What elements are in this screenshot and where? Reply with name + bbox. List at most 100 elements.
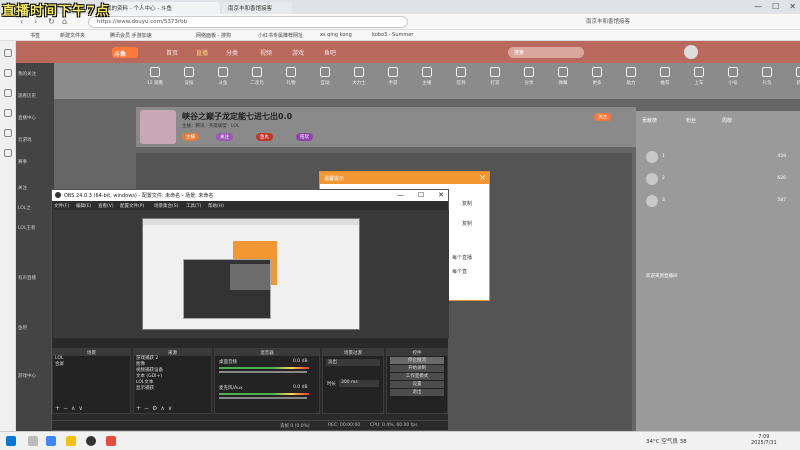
nav-yuba[interactable]: 鱼吧 bbox=[324, 48, 336, 57]
bookmark-item[interactable]: xs qing kong bbox=[320, 32, 352, 38]
menu-item[interactable]: 赛事 bbox=[18, 159, 27, 165]
category-item[interactable]: 签到 bbox=[446, 67, 476, 86]
category-item[interactable]: 小号 bbox=[718, 67, 748, 86]
douyu-search-input[interactable]: 搜索 bbox=[508, 47, 584, 58]
game-icon[interactable] bbox=[4, 149, 12, 157]
download-icon[interactable] bbox=[4, 89, 12, 97]
menu-edit[interactable]: 编辑(E) bbox=[76, 203, 91, 209]
volume-slider[interactable] bbox=[219, 397, 307, 399]
menu-help[interactable]: 帮助(H) bbox=[208, 203, 224, 209]
bookmark-item[interactable]: 小红书专属推荐网址 bbox=[258, 32, 303, 39]
folder-icon[interactable] bbox=[66, 436, 76, 446]
nav-video[interactable]: 视频 bbox=[260, 48, 272, 57]
category-item[interactable]: 新星 bbox=[786, 67, 800, 86]
chat-tab[interactable]: 粉丝 bbox=[686, 117, 696, 124]
avatar[interactable] bbox=[684, 45, 698, 59]
maximize-icon[interactable]: ☐ bbox=[772, 2, 779, 11]
category-item[interactable]: 主播 bbox=[412, 67, 442, 86]
settings-button[interactable]: 设置 bbox=[390, 381, 444, 388]
category-item[interactable]: 二次元 bbox=[242, 67, 272, 86]
menu-file[interactable]: 文件(F) bbox=[54, 203, 69, 209]
category-item[interactable]: 弹幕 bbox=[548, 67, 578, 86]
windows-start-icon[interactable] bbox=[6, 436, 16, 446]
menu-item[interactable]: 观看历史 bbox=[18, 93, 36, 99]
url-input[interactable]: https://www.douyu.com/5373rbb bbox=[88, 16, 408, 28]
browser-tab[interactable]: 南京丰和香馆接客 bbox=[222, 2, 292, 14]
system-clock[interactable]: 7:09 2025/7/31 bbox=[751, 434, 777, 446]
bookmark-item[interactable]: 网络面板 - 搜狗 bbox=[196, 32, 231, 39]
browser-tab-active[interactable]: 我的资料 - 个人中心 - 斗鱼 bbox=[100, 2, 220, 14]
maximize-icon[interactable]: ☐ bbox=[418, 191, 424, 199]
category-item[interactable]: 上车 bbox=[684, 67, 714, 86]
transition-select[interactable]: 淡出 bbox=[326, 359, 380, 366]
start-recording-button[interactable]: 开始录制 bbox=[390, 365, 444, 372]
menu-item[interactable]: 关注 bbox=[18, 185, 27, 191]
search-suggestion[interactable]: 南京丰和香馆接客 bbox=[586, 17, 630, 25]
close-icon[interactable]: ✕ bbox=[438, 191, 444, 199]
category-item[interactable]: 斗鱼 bbox=[208, 67, 238, 86]
minimize-icon[interactable]: — bbox=[754, 2, 762, 11]
category-item[interactable]: 分享 bbox=[514, 67, 544, 86]
menu-item[interactable]: 鱼吧 bbox=[18, 325, 27, 331]
duration-input[interactable]: 300 ms bbox=[339, 380, 379, 387]
category-item[interactable]: 手游 bbox=[378, 67, 408, 86]
rank-row[interactable]: 2 626 bbox=[640, 173, 790, 185]
room-tag[interactable]: 主播 bbox=[182, 133, 199, 141]
category-item[interactable]: 大力士 bbox=[344, 67, 374, 86]
minimize-icon[interactable]: — bbox=[397, 191, 404, 199]
exit-button[interactable]: 退出 bbox=[390, 389, 444, 396]
menu-view[interactable]: 查看(V) bbox=[98, 203, 114, 209]
nav-category[interactable]: 分类 bbox=[226, 48, 238, 57]
rank-row[interactable]: 1 459 bbox=[640, 151, 790, 163]
stop-stream-button[interactable]: 停止推流 bbox=[390, 357, 444, 364]
menu-item[interactable]: LOL之 bbox=[18, 205, 31, 211]
history-icon[interactable] bbox=[4, 69, 12, 77]
streamer-avatar[interactable] bbox=[140, 110, 176, 144]
menu-item[interactable]: 直播中心 bbox=[18, 115, 36, 121]
menu-item[interactable]: 云游戏 bbox=[18, 137, 32, 143]
room-tag[interactable]: 关注 bbox=[216, 133, 233, 141]
category-item[interactable]: 互动 bbox=[310, 67, 340, 86]
chat-tab[interactable]: 贡献榜 bbox=[642, 117, 657, 124]
modal-row[interactable]: 复制 bbox=[462, 200, 472, 207]
obs-preview[interactable] bbox=[53, 210, 449, 338]
studio-mode-button[interactable]: 工作室模式 bbox=[390, 373, 444, 380]
weather-widget[interactable]: 34°C 空气良 38 bbox=[646, 437, 687, 445]
room-tag[interactable]: 陪玩 bbox=[296, 133, 313, 141]
category-item[interactable]: 推荐 bbox=[650, 67, 680, 86]
close-icon[interactable]: ✕ bbox=[789, 2, 796, 11]
mail-icon[interactable] bbox=[4, 129, 12, 137]
note-icon[interactable] bbox=[4, 109, 12, 117]
bookmark-item[interactable]: 腾讯会员 手游加速 bbox=[110, 32, 152, 39]
category-item[interactable]: 12 观看 bbox=[140, 67, 170, 86]
douyu-logo[interactable]: 斗鱼 bbox=[112, 47, 138, 58]
app-icon[interactable] bbox=[106, 436, 116, 446]
nav-home[interactable]: 首页 bbox=[166, 48, 178, 57]
bookmark-item[interactable]: 书签 bbox=[30, 32, 40, 39]
browser-icon[interactable] bbox=[46, 436, 56, 446]
follow-button[interactable]: 关注 bbox=[594, 113, 611, 121]
bookmark-item[interactable]: 新建文件夹 bbox=[60, 32, 85, 39]
nav-live[interactable]: 直播 bbox=[196, 48, 208, 57]
category-item[interactable]: 竞技 bbox=[174, 67, 204, 86]
obs-icon[interactable] bbox=[86, 436, 96, 446]
menu-tools[interactable]: 工具(T) bbox=[186, 203, 201, 209]
search-icon[interactable] bbox=[28, 436, 38, 446]
category-item[interactable]: 礼物 bbox=[276, 67, 306, 86]
bookmark-item[interactable]: kobo3 - Summer bbox=[372, 32, 413, 38]
chat-tab[interactable]: 周榜 bbox=[722, 117, 732, 124]
menu-item[interactable]: 游戏中心 bbox=[18, 373, 36, 379]
menu-scene-collection[interactable]: 场景集合(S) bbox=[154, 203, 178, 209]
nav-game[interactable]: 游戏 bbox=[292, 48, 304, 57]
volume-slider[interactable] bbox=[219, 371, 307, 373]
menu-item[interactable]: LOL王者 bbox=[18, 225, 35, 231]
room-tag[interactable]: 鱼丸 bbox=[256, 133, 273, 141]
dock-toolbar[interactable]: +−∧∨ bbox=[55, 405, 86, 412]
category-item[interactable]: 更多 bbox=[582, 67, 612, 86]
category-item[interactable]: 礼包 bbox=[752, 67, 782, 86]
menu-item[interactable]: 我的关注 bbox=[18, 71, 36, 77]
star-icon[interactable] bbox=[4, 49, 12, 57]
category-item[interactable]: 打赏 bbox=[480, 67, 510, 86]
menu-profile[interactable]: 配置文件(P) bbox=[120, 203, 144, 209]
source-item[interactable]: 显示捕获 bbox=[134, 386, 211, 392]
